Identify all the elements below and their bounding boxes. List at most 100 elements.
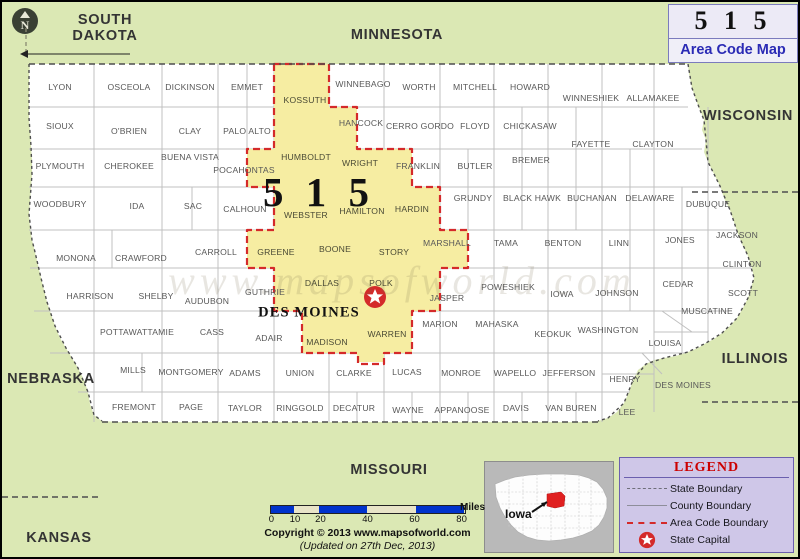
county-label: IOWA xyxy=(550,289,574,299)
county-label: GREENE xyxy=(257,247,295,257)
scale-tick: 10 xyxy=(289,514,301,525)
legend-item-label: State Boundary xyxy=(670,482,743,495)
county-label: CHEROKEE xyxy=(104,161,154,171)
county-label: CARROLL xyxy=(195,247,237,257)
county-label: DAVIS xyxy=(502,403,530,413)
county-label: JONES xyxy=(665,235,695,245)
red-star-icon xyxy=(624,531,670,549)
county-label: HENRY xyxy=(609,374,641,384)
county-label: JOHNSON xyxy=(595,288,639,298)
county-label: MADISON xyxy=(306,337,348,347)
county-label: BUCHANAN xyxy=(567,193,617,203)
scale-tick: 60 xyxy=(409,514,420,525)
county-label: UNION xyxy=(285,368,315,378)
neighbor-state-label: SOUTH DAKOTA xyxy=(72,12,138,44)
county-label: POWESHIEK xyxy=(481,282,535,292)
county-label: BENTON xyxy=(544,238,582,248)
county-label: CEDAR xyxy=(662,279,694,289)
legend-item-state-capital: State Capital xyxy=(624,531,789,548)
county-label: LYON xyxy=(48,82,72,92)
county-label: WRIGHT xyxy=(341,158,379,168)
county-label: JASPER xyxy=(429,293,465,303)
county-label: SAC xyxy=(183,201,203,211)
county-label: DES MOINES xyxy=(655,380,711,390)
legend-item-label: State Capital xyxy=(670,533,731,546)
county-label: GRUNDY xyxy=(453,193,493,203)
title-box: 5 1 5 Area Code Map xyxy=(668,4,798,63)
dashed-red-line-icon xyxy=(624,521,670,524)
county-label: DICKINSON xyxy=(165,82,215,92)
county-label: PALO ALTO xyxy=(223,126,271,136)
legend-item-label: County Boundary xyxy=(670,499,752,512)
iowa-highlight-shape xyxy=(546,491,566,509)
county-label: HOWARD xyxy=(509,82,551,92)
county-label: WASHINGTON xyxy=(577,325,639,335)
county-label: CASS xyxy=(199,327,225,337)
scale-tick: 80 xyxy=(456,514,467,525)
county-label: WAPELLO xyxy=(493,368,537,378)
county-label: WINNESHIEK xyxy=(562,93,620,103)
county-label: BOONE xyxy=(318,244,352,254)
county-label: BUTLER xyxy=(457,161,493,171)
county-label: MARSHALL xyxy=(423,238,471,248)
county-label: O'BRIEN xyxy=(111,126,147,136)
county-label: FAYETTE xyxy=(571,139,611,149)
county-label: FREMONT xyxy=(112,402,156,412)
county-label: WOODBURY xyxy=(33,199,87,209)
county-label: LEE xyxy=(618,407,636,417)
county-label: EMMET xyxy=(230,82,264,92)
county-label: MARION xyxy=(422,319,458,329)
county-label: BREMER xyxy=(512,155,550,165)
county-label: MILLS xyxy=(120,365,146,375)
neighbor-state-label: MINNESOTA xyxy=(350,27,444,43)
scale-bar xyxy=(269,505,466,514)
county-label: CALHOUN xyxy=(223,204,267,214)
county-label: HARRISON xyxy=(66,291,114,301)
county-label: BUENA VISTA xyxy=(161,152,219,162)
county-label: MUSCATINE xyxy=(681,306,733,316)
title-subtitle: Area Code Map xyxy=(669,38,797,62)
county-label: CERRO GORDO xyxy=(385,121,455,131)
county-label: APPANOOSE xyxy=(434,405,490,415)
area-code-map-page: www.mapsofworld.com N 5 1 5 Area Code Ma… xyxy=(0,0,800,559)
dashed-gray-line-icon xyxy=(624,488,670,489)
county-label: KOSSUTH xyxy=(283,95,327,105)
county-label: JACKSON xyxy=(716,230,758,240)
county-label: CLAY xyxy=(178,126,202,136)
legend-item-state-boundary: State Boundary xyxy=(624,480,789,497)
county-label: LINN xyxy=(608,238,630,248)
county-label: JEFFERSON xyxy=(542,368,596,378)
scale-tick-labels: 0 10 20 40 60 80 xyxy=(269,514,467,527)
county-label: POLK xyxy=(369,278,393,288)
neighbor-state-label: NEBRASKA xyxy=(7,371,95,387)
neighbor-state-label: MISSOURI xyxy=(350,462,428,478)
county-label: GUTHRIE xyxy=(244,287,286,297)
title-area-code: 5 1 5 xyxy=(669,5,797,38)
county-label: DELAWARE xyxy=(625,193,675,203)
county-label: BLACK HAWK xyxy=(502,193,562,203)
county-label: WORTH xyxy=(402,82,436,92)
county-label: TAYLOR xyxy=(227,403,263,413)
state-capital-label: DES MOINES xyxy=(258,304,360,321)
county-label: DUBUQUE xyxy=(685,199,731,209)
legend-title: LEGEND xyxy=(624,460,789,478)
scale-tick: 40 xyxy=(362,514,373,525)
county-label: HUMBOLDT xyxy=(281,152,331,162)
county-label: LOUISA xyxy=(648,338,682,348)
legend-item-area-code-boundary: Area Code Boundary xyxy=(624,514,789,531)
state-capital-star-icon xyxy=(364,286,386,308)
county-label: CHICKASAW xyxy=(503,121,557,131)
neighbor-state-label: ILLINOIS xyxy=(721,351,789,367)
county-label: CLARKE xyxy=(336,368,372,378)
scale-and-credits: Miles 0 10 20 40 60 80 Copyright © 2013 … xyxy=(260,502,485,553)
county-label: RINGGOLD xyxy=(276,403,324,413)
county-label: AUDUBON xyxy=(184,296,230,306)
county-label: SCOTT xyxy=(727,288,759,298)
county-label: ADAIR xyxy=(255,333,283,343)
copyright-text: Copyright © 2013 www.mapsofworld.com xyxy=(264,527,471,539)
legend-item-county-boundary: County Boundary xyxy=(624,497,789,514)
county-label: DALLAS xyxy=(304,278,340,288)
county-label: IDA xyxy=(129,201,145,211)
county-label: SIOUX xyxy=(46,121,74,131)
county-label: ADAMS xyxy=(229,368,261,378)
